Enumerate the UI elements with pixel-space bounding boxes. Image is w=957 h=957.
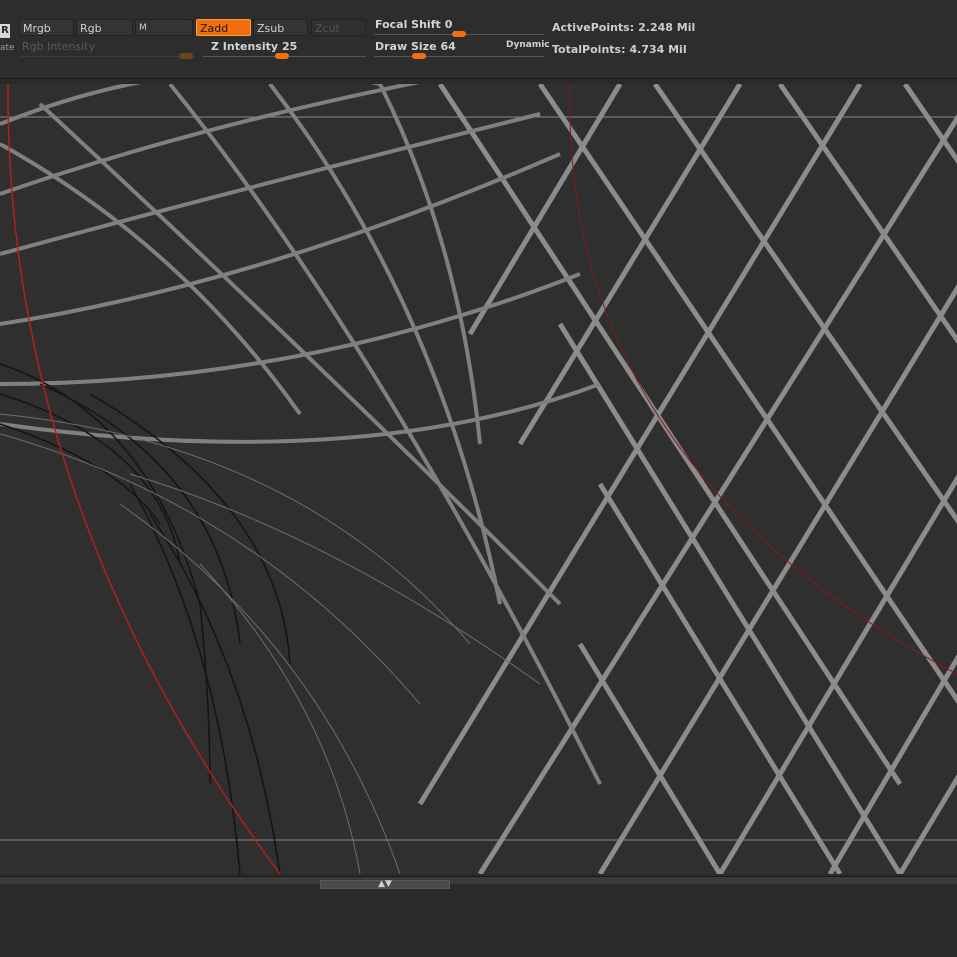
- total-points-stat: TotalPoints: 4.734 Mil: [552, 43, 687, 56]
- mrgb-button[interactable]: Mrgb: [19, 19, 74, 36]
- canvas-viewport[interactable]: [0, 84, 957, 874]
- guide-circle-right: [569, 84, 957, 675]
- focal-shift-knob[interactable]: [452, 31, 466, 37]
- draw-size-track[interactable]: [374, 56, 544, 57]
- draw-size-value: 64: [440, 40, 456, 53]
- draw-size-knob[interactable]: [412, 53, 426, 59]
- focal-shift-value: 0: [444, 18, 453, 31]
- dynamic-toggle[interactable]: Dynamic: [506, 40, 550, 50]
- rgb-intensity-knob[interactable]: [179, 53, 193, 59]
- total-points-label: TotalPoints:: [552, 43, 626, 56]
- active-points-stat: ActivePoints: 2.248 Mil: [552, 21, 695, 34]
- double-arrow-icon[interactable]: ▲▼: [372, 879, 398, 890]
- partial-label: ate: [0, 43, 15, 53]
- r-badge[interactable]: R: [0, 24, 10, 38]
- rgb-button[interactable]: Rgb: [76, 19, 133, 36]
- focal-shift-slider[interactable]: Focal Shift 0: [375, 18, 452, 31]
- z-intensity-label: Z Intensity: [211, 40, 279, 53]
- top-toolbar: R ate Mrgb Rgb M Zadd Zsub Zcut Rgb Inte…: [0, 0, 957, 79]
- z-intensity-value: 25: [282, 40, 298, 53]
- draw-size-slider[interactable]: Draw Size 64: [375, 40, 456, 53]
- bottom-scroll-strip[interactable]: [0, 876, 957, 884]
- z-intensity-slider[interactable]: Z Intensity 25: [211, 40, 297, 53]
- active-points-label: ActivePoints:: [552, 21, 635, 34]
- mesh-grid-right: [417, 84, 957, 874]
- focal-shift-label: Focal Shift: [375, 18, 441, 31]
- active-points-value: 2.248 Mil: [638, 21, 696, 34]
- mesh-wireframe-light: [0, 413, 541, 874]
- m-button[interactable]: M: [135, 19, 193, 36]
- bottom-tray: [0, 890, 957, 957]
- rgb-intensity-label: Rgb Intensity: [22, 40, 95, 53]
- z-intensity-knob[interactable]: [275, 53, 289, 59]
- mesh-canvas[interactable]: [0, 84, 957, 874]
- zadd-button[interactable]: Zadd: [196, 19, 251, 36]
- zsub-button[interactable]: Zsub: [253, 19, 308, 36]
- zcut-button[interactable]: Zcut: [311, 19, 366, 36]
- total-points-value: 4.734 Mil: [629, 43, 687, 56]
- draw-size-label: Draw Size: [375, 40, 437, 53]
- rgb-intensity-track[interactable]: [20, 56, 195, 57]
